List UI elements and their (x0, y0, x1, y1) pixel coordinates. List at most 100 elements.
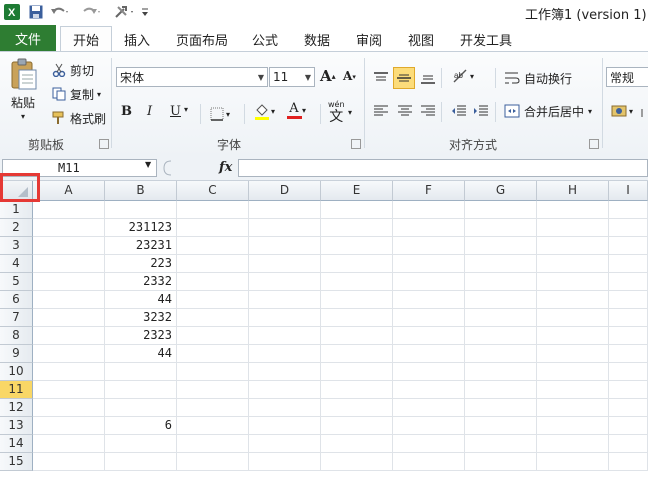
chevron-down-icon[interactable]: ▾ (470, 72, 474, 81)
tab-formulas[interactable]: 公式 (249, 27, 281, 51)
cell-b10[interactable] (105, 363, 177, 381)
cell-g12[interactable] (465, 399, 537, 417)
column-header-a[interactable]: A (33, 181, 105, 201)
borders-button[interactable]: ▾ (208, 105, 230, 123)
cell-g3[interactable] (465, 237, 537, 255)
row-header-7[interactable]: 7 (0, 309, 33, 327)
cell-b8[interactable]: 2323 (105, 327, 177, 345)
cell-c4[interactable] (177, 255, 249, 273)
cell-i11[interactable] (609, 381, 648, 399)
cell-i14[interactable] (609, 435, 648, 453)
row-header-4[interactable]: 4 (0, 255, 33, 273)
cell-e6[interactable] (321, 291, 393, 309)
underline-button[interactable]: U (170, 104, 181, 119)
cell-g7[interactable] (465, 309, 537, 327)
paste-icon[interactable] (9, 58, 39, 90)
cell-h11[interactable] (537, 381, 609, 399)
cell-d3[interactable] (249, 237, 321, 255)
percent-button[interactable] (636, 104, 648, 122)
cell-e12[interactable] (321, 399, 393, 417)
chevron-down-icon[interactable]: ▾ (271, 107, 275, 116)
cell-d13[interactable] (249, 417, 321, 435)
tab-review[interactable]: 审阅 (352, 27, 386, 51)
cell-c8[interactable] (177, 327, 249, 345)
cell-f10[interactable] (393, 363, 465, 381)
cell-b6[interactable]: 44 (105, 291, 177, 309)
cell-a2[interactable] (33, 219, 105, 237)
cell-c7[interactable] (177, 309, 249, 327)
chevron-down-icon[interactable]: ▼ (305, 73, 311, 82)
row-header-10[interactable]: 10 (0, 363, 33, 381)
tools-icon[interactable] (112, 3, 136, 21)
cell-f2[interactable] (393, 219, 465, 237)
fill-color-button[interactable]: ▾ (253, 102, 275, 120)
cell-c3[interactable] (177, 237, 249, 255)
cell-f9[interactable] (393, 345, 465, 363)
cell-h3[interactable] (537, 237, 609, 255)
grow-font-button[interactable]: A ▴ (320, 67, 336, 85)
cell-f3[interactable] (393, 237, 465, 255)
cell-b9[interactable]: 44 (105, 345, 177, 363)
row-header-1[interactable]: 1 (0, 201, 33, 219)
wrap-text-button[interactable]: 自动换行 (503, 69, 572, 87)
align-left-button[interactable] (372, 102, 390, 120)
alignment-launcher-icon[interactable] (589, 139, 599, 149)
cell-e1[interactable] (321, 201, 393, 219)
cell-a14[interactable] (33, 435, 105, 453)
row-header-3[interactable]: 3 (0, 237, 33, 255)
cell-b15[interactable] (105, 453, 177, 471)
cell-h13[interactable] (537, 417, 609, 435)
cell-i6[interactable] (609, 291, 648, 309)
decrease-indent-button[interactable] (450, 102, 468, 120)
cell-d7[interactable] (249, 309, 321, 327)
cell-g1[interactable] (465, 201, 537, 219)
chevron-down-icon[interactable]: ▾ (226, 110, 230, 119)
cell-a5[interactable] (33, 273, 105, 291)
cell-d12[interactable] (249, 399, 321, 417)
cell-i2[interactable] (609, 219, 648, 237)
align-top-button[interactable] (372, 69, 390, 87)
orientation-button[interactable]: ab ▾ (452, 67, 474, 85)
cell-g13[interactable] (465, 417, 537, 435)
row-header-8[interactable]: 8 (0, 327, 33, 345)
cell-a7[interactable] (33, 309, 105, 327)
cell-a10[interactable] (33, 363, 105, 381)
cell-c11[interactable] (177, 381, 249, 399)
row-header-14[interactable]: 14 (0, 435, 33, 453)
cell-c10[interactable] (177, 363, 249, 381)
save-icon[interactable] (27, 3, 45, 21)
column-header-c[interactable]: C (177, 181, 249, 201)
copy-button[interactable]: 复制 ▾ (50, 85, 101, 103)
cell-f7[interactable] (393, 309, 465, 327)
customize-qat-icon[interactable] (139, 3, 151, 21)
cell-f8[interactable] (393, 327, 465, 345)
clipboard-launcher-icon[interactable] (99, 139, 109, 149)
chevron-down-icon[interactable]: ▾ (302, 106, 306, 115)
cell-e3[interactable] (321, 237, 393, 255)
row-header-2[interactable]: 2 (0, 219, 33, 237)
cell-c14[interactable] (177, 435, 249, 453)
cell-a12[interactable] (33, 399, 105, 417)
cell-i10[interactable] (609, 363, 648, 381)
bold-button[interactable]: B (121, 104, 132, 119)
cell-a3[interactable] (33, 237, 105, 255)
insert-function-icon[interactable]: fx (219, 160, 232, 175)
merge-center-button[interactable]: 合并后居中 ▾ (503, 102, 592, 120)
cell-d5[interactable] (249, 273, 321, 291)
cell-g15[interactable] (465, 453, 537, 471)
redo-icon[interactable] (80, 3, 102, 21)
cell-h10[interactable] (537, 363, 609, 381)
cell-g9[interactable] (465, 345, 537, 363)
cell-a13[interactable] (33, 417, 105, 435)
cell-b4[interactable]: 223 (105, 255, 177, 273)
cell-e7[interactable] (321, 309, 393, 327)
cell-h2[interactable] (537, 219, 609, 237)
cell-d11[interactable] (249, 381, 321, 399)
row-header-12[interactable]: 12 (0, 399, 33, 417)
cell-f15[interactable] (393, 453, 465, 471)
cell-c6[interactable] (177, 291, 249, 309)
tab-insert[interactable]: 插入 (120, 27, 154, 51)
paste-dropdown-icon[interactable]: ▾ (21, 112, 25, 121)
cell-a11[interactable] (33, 381, 105, 399)
cell-f13[interactable] (393, 417, 465, 435)
